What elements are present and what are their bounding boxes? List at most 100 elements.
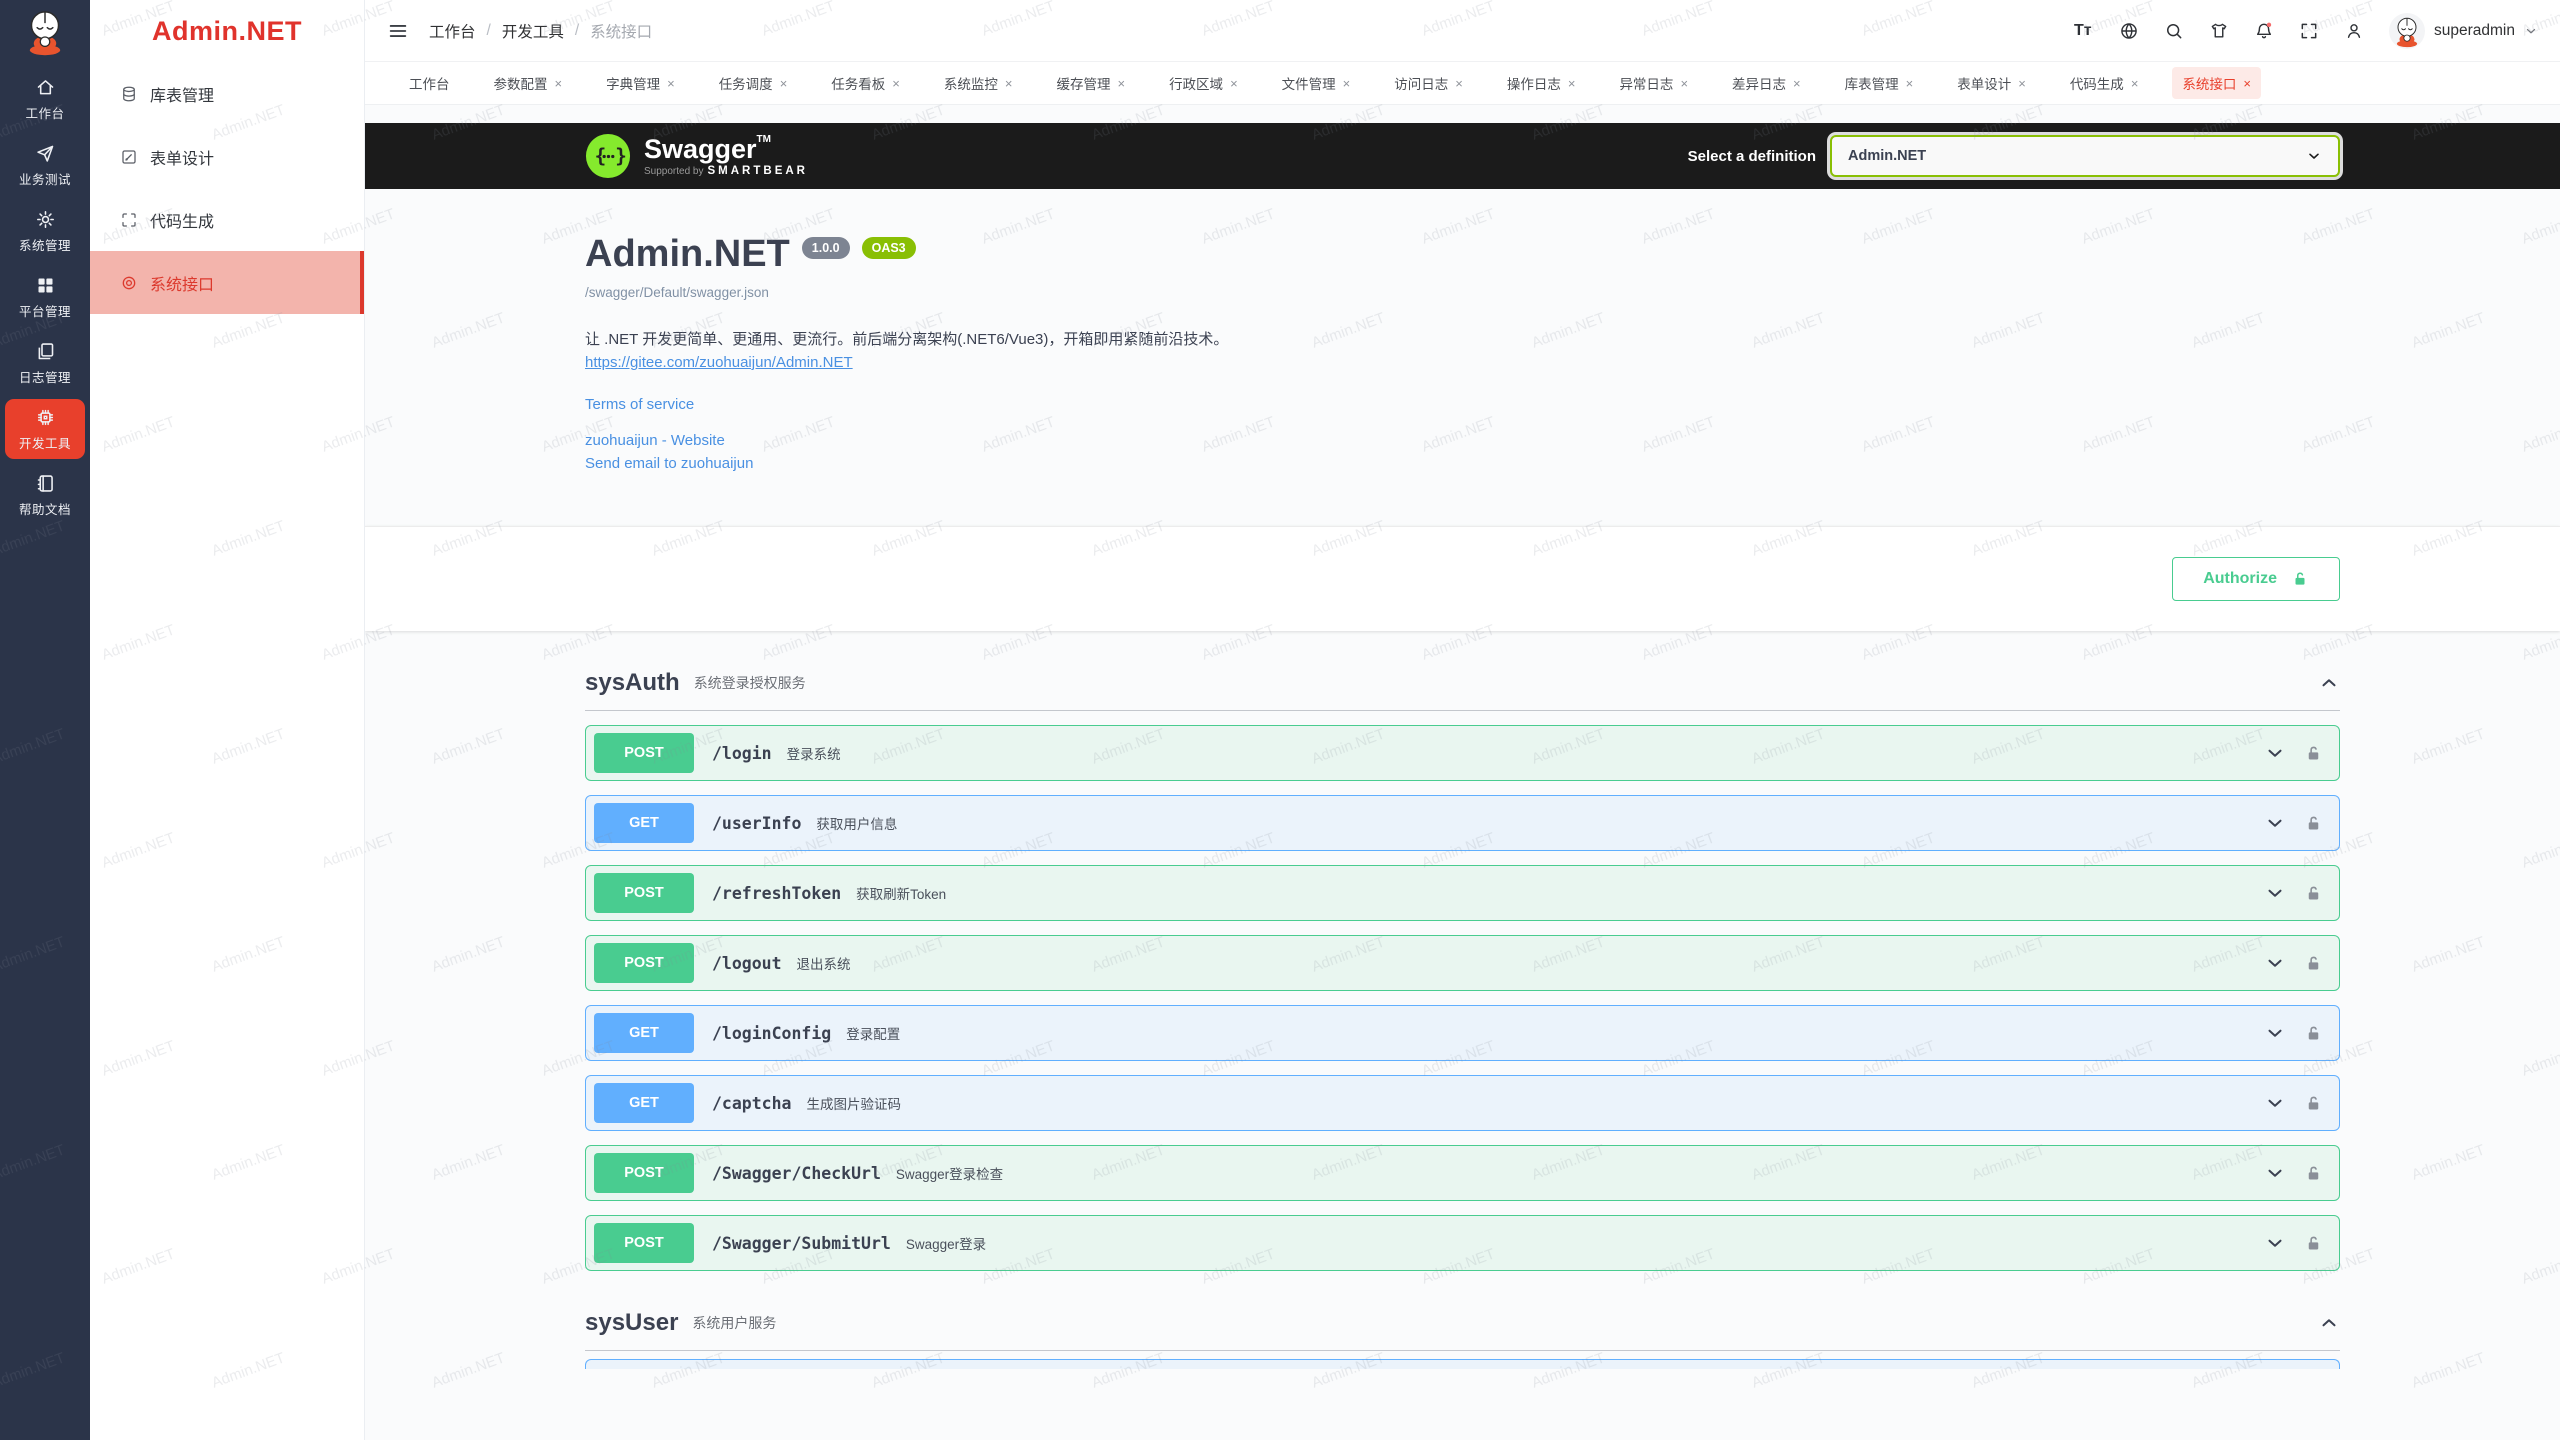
expand-chevron-icon[interactable] bbox=[2264, 882, 2286, 904]
repo-link[interactable]: https://gitee.com/zuohuaijun/Admin.NET bbox=[585, 354, 853, 371]
language-icon[interactable] bbox=[2119, 21, 2139, 41]
lock-open-icon[interactable] bbox=[2304, 814, 2323, 833]
tab-close-icon[interactable]: × bbox=[1680, 77, 1688, 90]
page-tab[interactable]: 系统监控× bbox=[934, 67, 1023, 99]
rail-menu-item[interactable]: 帮助文档 bbox=[5, 465, 85, 525]
user-menu[interactable]: superadmin bbox=[2389, 13, 2538, 49]
terms-of-service-link[interactable]: Terms of service bbox=[585, 396, 694, 413]
tab-close-icon[interactable]: × bbox=[667, 77, 675, 90]
lock-open-icon[interactable] bbox=[2304, 1024, 2323, 1043]
collapse-menu-icon[interactable] bbox=[387, 20, 409, 42]
operation-row[interactable]: POST /login 登录系统 bbox=[585, 725, 2340, 781]
theme-shirt-icon[interactable] bbox=[2209, 21, 2229, 41]
authorize-button[interactable]: Authorize bbox=[2172, 557, 2340, 601]
select-chevron-icon bbox=[2306, 148, 2322, 164]
operation-row[interactable]: GET /loginConfig 登录配置 bbox=[585, 1005, 2340, 1061]
profile-person-icon[interactable] bbox=[2344, 21, 2364, 41]
tab-bar: 工作台参数配置× 字典管理× 任务调度× 任务看板× 系统监控× 缓存管理× 行政区域× 文件… bbox=[365, 62, 2560, 105]
page-tab[interactable]: 异常日志× bbox=[1609, 67, 1698, 99]
page-tab[interactable]: 代码生成× bbox=[2060, 67, 2149, 99]
tab-close-icon[interactable]: × bbox=[1568, 77, 1576, 90]
lock-open-icon[interactable] bbox=[2304, 744, 2323, 763]
fullscreen-icon[interactable] bbox=[2299, 21, 2319, 41]
breadcrumb-item[interactable]: 开发工具 bbox=[502, 20, 564, 42]
sidebar-menu-item[interactable]: 系统接口 bbox=[90, 251, 364, 314]
tab-close-icon[interactable]: × bbox=[1343, 77, 1351, 90]
expand-chevron-icon[interactable] bbox=[2264, 952, 2286, 974]
sidebar-menu-item[interactable]: 库表管理 bbox=[90, 62, 364, 125]
page-tab[interactable]: 文件管理× bbox=[1272, 67, 1361, 99]
expand-chevron-icon[interactable] bbox=[2264, 1162, 2286, 1184]
lock-open-icon[interactable] bbox=[2304, 1094, 2323, 1113]
tab-close-icon[interactable]: × bbox=[2131, 77, 2139, 90]
partial-operation-row[interactable] bbox=[585, 1359, 2340, 1369]
tab-close-icon[interactable]: × bbox=[780, 77, 788, 90]
expand-chevron-icon[interactable] bbox=[2264, 812, 2286, 834]
lock-open-icon[interactable] bbox=[2304, 884, 2323, 903]
collapse-chevron-up-icon bbox=[2318, 1312, 2340, 1334]
page-tab[interactable]: 访问日志× bbox=[1384, 67, 1473, 99]
search-icon[interactable] bbox=[2164, 21, 2184, 41]
secondary-sidebar: Admin.NET 库表管理 表单设计 代码生成 系统接口 bbox=[90, 0, 365, 1440]
expand-chevron-icon[interactable] bbox=[2264, 1232, 2286, 1254]
tab-close-icon[interactable]: × bbox=[2018, 77, 2026, 90]
rail-menu-item[interactable]: 系统管理 bbox=[5, 201, 85, 261]
rail-menu-item[interactable]: 业务测试 bbox=[5, 135, 85, 195]
operation-row[interactable]: POST /Swagger/CheckUrl Swagger登录检查 bbox=[585, 1145, 2340, 1201]
page-tab[interactable]: 任务调度× bbox=[709, 67, 798, 99]
sidebar-menu-item[interactable]: 表单设计 bbox=[90, 125, 364, 188]
app-logo-avatar[interactable] bbox=[18, 4, 72, 58]
lock-open-icon[interactable] bbox=[2304, 1234, 2323, 1253]
primary-rail: 工作台 业务测试 系统管理 平台管理 日志管理 开发工具 bbox=[0, 0, 90, 1440]
breadcrumb-item[interactable]: 系统接口 bbox=[590, 20, 652, 42]
page-tab[interactable]: 系统接口× bbox=[2172, 67, 2261, 99]
contact-website-link[interactable]: zuohuaijun - Website bbox=[585, 432, 725, 449]
page-tab[interactable]: 库表管理× bbox=[1835, 67, 1924, 99]
page-tab[interactable]: 表单设计 × bbox=[1947, 67, 2036, 99]
font-size-icon[interactable]: Tт bbox=[2074, 21, 2094, 41]
tab-close-icon[interactable]: × bbox=[892, 77, 900, 90]
tab-close-icon[interactable]: × bbox=[1005, 77, 1013, 90]
rail-menu-item[interactable]: 开发工具 bbox=[5, 399, 85, 459]
rail-item-icon bbox=[35, 341, 56, 362]
sidebar-menu-item[interactable]: 代码生成 bbox=[90, 188, 364, 251]
page-tab[interactable]: 行政区域× bbox=[1159, 67, 1248, 99]
lock-open-icon[interactable] bbox=[2304, 1164, 2323, 1183]
operation-row[interactable]: POST /logout 退出系统 bbox=[585, 935, 2340, 991]
tab-close-icon[interactable]: × bbox=[2243, 77, 2251, 90]
operation-row[interactable]: POST /refreshToken 获取刷新Token bbox=[585, 865, 2340, 921]
tab-close-icon[interactable]: × bbox=[1117, 77, 1125, 90]
api-section-sysuser: sysUser 系统用户服务 bbox=[585, 1309, 2340, 1369]
tab-close-icon[interactable]: × bbox=[1793, 77, 1801, 90]
tab-label: 表单设计 bbox=[1957, 73, 2011, 93]
rail-menu-item[interactable]: 日志管理 bbox=[5, 333, 85, 393]
rail-menu-item[interactable]: 工作台 bbox=[5, 69, 85, 129]
page-tab[interactable]: 差异日志× bbox=[1722, 67, 1811, 99]
rail-item-icon bbox=[35, 407, 56, 428]
lock-open-icon[interactable] bbox=[2304, 954, 2323, 973]
page-tab[interactable]: 任务看板× bbox=[821, 67, 910, 99]
section-header-sysauth[interactable]: sysAuth 系统登录授权服务 bbox=[585, 669, 2340, 711]
page-tab[interactable]: 字典管理× bbox=[596, 67, 685, 99]
contact-email-link[interactable]: Send email to zuohuaijun bbox=[585, 455, 753, 472]
tab-close-icon[interactable]: × bbox=[1455, 77, 1463, 90]
expand-chevron-icon[interactable] bbox=[2264, 1022, 2286, 1044]
rail-menu-item[interactable]: 平台管理 bbox=[5, 267, 85, 327]
section-header-sysuser[interactable]: sysUser 系统用户服务 bbox=[585, 1309, 2340, 1351]
expand-chevron-icon[interactable] bbox=[2264, 742, 2286, 764]
page-tab[interactable]: 工作台 bbox=[399, 67, 460, 99]
operation-row[interactable]: GET /userInfo 获取用户信息 bbox=[585, 795, 2340, 851]
definition-select[interactable]: Admin.NET bbox=[1830, 135, 2340, 177]
breadcrumb-item[interactable]: 工作台 bbox=[429, 20, 476, 42]
breadcrumb: 工作台/开发工具/系统接口/ bbox=[429, 20, 652, 42]
operation-row[interactable]: POST /Swagger/SubmitUrl Swagger登录 bbox=[585, 1215, 2340, 1271]
page-tab[interactable]: 缓存管理× bbox=[1046, 67, 1135, 99]
notifications-bell-icon[interactable] bbox=[2254, 21, 2274, 41]
expand-chevron-icon[interactable] bbox=[2264, 1092, 2286, 1114]
page-tab[interactable]: 操作日志× bbox=[1497, 67, 1586, 99]
tab-close-icon[interactable]: × bbox=[1906, 77, 1914, 90]
page-tab[interactable]: 参数配置× bbox=[484, 67, 573, 99]
tab-close-icon[interactable]: × bbox=[555, 77, 563, 90]
operation-row[interactable]: GET /captcha 生成图片验证码 bbox=[585, 1075, 2340, 1131]
tab-close-icon[interactable]: × bbox=[1230, 77, 1238, 90]
